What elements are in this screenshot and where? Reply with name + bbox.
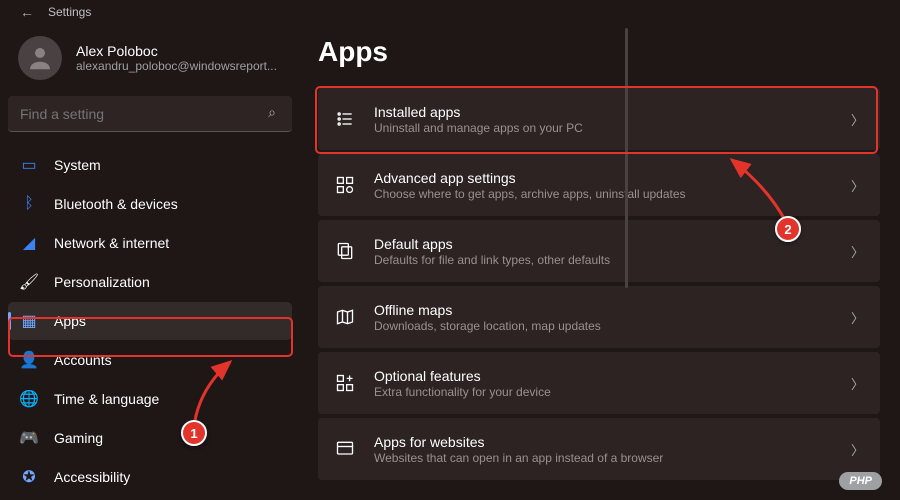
bluetooth-icon: ᛒ <box>20 195 38 213</box>
card-subtitle: Choose where to get apps, archive apps, … <box>374 187 833 201</box>
sidebar-item-time[interactable]: 🌐 Time & language <box>8 380 292 418</box>
card-offline-maps[interactable]: Offline maps Downloads, storage location… <box>318 286 880 348</box>
sidebar-item-bluetooth[interactable]: ᛒ Bluetooth & devices <box>8 185 292 223</box>
card-optional-features[interactable]: Optional features Extra functionality fo… <box>318 352 880 414</box>
chevron-right-icon: 〉 <box>851 308 864 327</box>
card-advanced[interactable]: Advanced app settings Choose where to ge… <box>318 154 880 216</box>
avatar <box>18 36 62 80</box>
list-icon <box>334 108 356 130</box>
sidebar-item-label: Apps <box>54 313 86 329</box>
card-title: Optional features <box>374 368 833 384</box>
card-title: Offline maps <box>374 302 833 318</box>
sidebar-item-accounts[interactable]: 👤 Accounts <box>8 341 292 379</box>
globe-icon: 🌐 <box>20 390 38 408</box>
website-icon <box>334 438 356 460</box>
card-installed-apps[interactable]: Installed apps Uninstall and manage apps… <box>318 88 880 150</box>
card-title: Installed apps <box>374 104 833 120</box>
display-icon: ▭ <box>20 156 38 174</box>
wifi-icon: ◢ <box>20 234 38 252</box>
card-subtitle: Uninstall and manage apps on your PC <box>374 121 833 135</box>
person-icon: 👤 <box>20 351 38 369</box>
sidebar-item-accessibility[interactable]: ✪ Accessibility <box>8 458 292 496</box>
card-subtitle: Websites that can open in an app instead… <box>374 451 833 465</box>
sidebar-scrollbar[interactable] <box>625 28 628 468</box>
chevron-right-icon: 〉 <box>851 440 864 459</box>
card-title: Advanced app settings <box>374 170 833 186</box>
header-title: Settings <box>48 5 91 19</box>
sidebar-item-label: System <box>54 157 101 173</box>
card-apps-websites[interactable]: Apps for websites Websites that can open… <box>318 418 880 480</box>
sidebar-item-label: Gaming <box>54 430 103 446</box>
main: Apps Installed apps Uninstall and manage… <box>300 20 900 500</box>
profile-name: Alex Poloboc <box>76 43 277 59</box>
gamepad-icon: 🎮 <box>20 429 38 447</box>
search-input[interactable] <box>8 96 292 132</box>
chevron-right-icon: 〉 <box>851 242 864 261</box>
sidebar-item-label: Accessibility <box>54 469 130 485</box>
sidebar-item-personalization[interactable]: 🖌 Personalization <box>8 263 292 301</box>
apps-icon: ▦ <box>20 312 38 330</box>
sidebar-item-label: Accounts <box>54 352 112 368</box>
sidebar-item-network[interactable]: ◢ Network & internet <box>8 224 292 262</box>
default-apps-icon <box>334 240 356 262</box>
page-title: Apps <box>318 36 880 68</box>
card-title: Apps for websites <box>374 434 833 450</box>
annotation-badge-2: 2 <box>775 216 801 242</box>
profile[interactable]: Alex Poloboc alexandru_poloboc@windowsre… <box>8 30 292 90</box>
sidebar-item-label: Time & language <box>54 391 159 407</box>
back-icon[interactable]: ← <box>20 4 34 20</box>
annotation-badge-1: 1 <box>181 420 207 446</box>
sidebar: Alex Poloboc alexandru_poloboc@windowsre… <box>0 20 300 500</box>
nav: ▭ System ᛒ Bluetooth & devices ◢ Network… <box>8 146 292 496</box>
card-subtitle: Downloads, storage location, map updates <box>374 319 833 333</box>
watermark-badge: PHP <box>839 472 882 490</box>
map-icon <box>334 306 356 328</box>
chevron-right-icon: 〉 <box>851 110 864 129</box>
accessibility-icon: ✪ <box>20 468 38 486</box>
sidebar-item-label: Network & internet <box>54 235 169 251</box>
apps-gear-icon <box>334 174 356 196</box>
card-title: Default apps <box>374 236 833 252</box>
sidebar-item-label: Personalization <box>54 274 150 290</box>
card-subtitle: Extra functionality for your device <box>374 385 833 399</box>
profile-email: alexandru_poloboc@windowsreport... <box>76 59 277 73</box>
card-subtitle: Defaults for file and link types, other … <box>374 253 833 267</box>
sidebar-item-label: Bluetooth & devices <box>54 196 178 212</box>
plus-grid-icon <box>334 372 356 394</box>
sidebar-item-system[interactable]: ▭ System <box>8 146 292 184</box>
sidebar-item-gaming[interactable]: 🎮 Gaming <box>8 419 292 457</box>
chevron-right-icon: 〉 <box>851 176 864 195</box>
chevron-right-icon: 〉 <box>851 374 864 393</box>
search-icon: ⌕ <box>268 104 276 121</box>
brush-icon: 🖌 <box>20 273 38 291</box>
sidebar-item-apps[interactable]: ▦ Apps <box>8 302 292 340</box>
